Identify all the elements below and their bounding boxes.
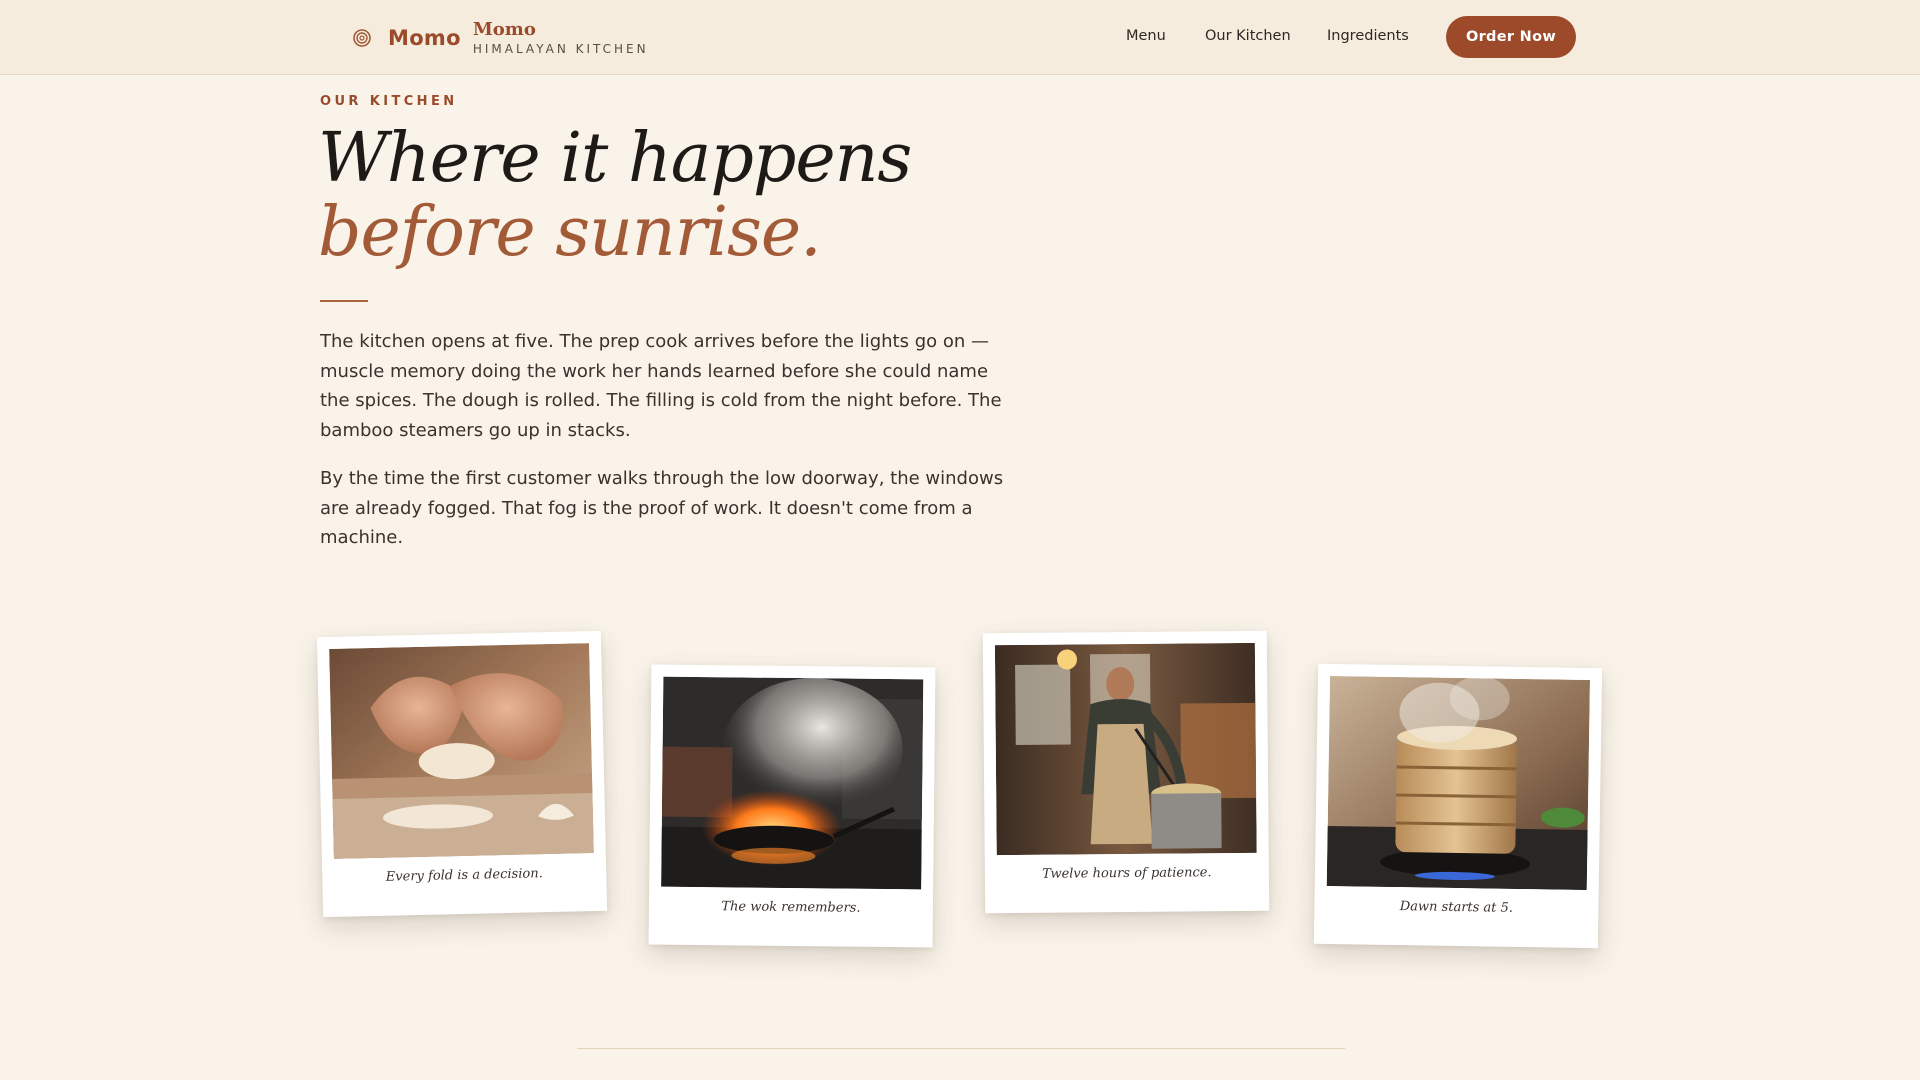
hero-body: The kitchen opens at five. The prep cook… xyxy=(320,327,1010,572)
hero-title-line1: Where it happens xyxy=(318,119,912,198)
hero-title: Where it happens before sunrise. xyxy=(318,119,912,272)
spiral-icon xyxy=(353,29,371,47)
hero-paragraph: By the time the first customer walks thr… xyxy=(320,468,1004,548)
photo-chef-stirring xyxy=(994,642,1257,856)
order-now-button[interactable]: Order Now xyxy=(1446,16,1576,58)
polaroid-card: Twelve hours of patience. xyxy=(982,630,1270,914)
hero-paragraph: The kitchen opens at five. The prep cook… xyxy=(320,331,1002,441)
polaroid-caption: Every fold is a decision. xyxy=(385,866,543,885)
photo-dumpling-folding xyxy=(329,643,594,859)
brand-wordmark: Momo HIMALAYAN KITCHEN xyxy=(472,19,649,56)
photo-wok-flames xyxy=(661,676,924,890)
nav-our-kitchen[interactable]: Our Kitchen xyxy=(1205,28,1291,44)
nav-menu[interactable]: Menu xyxy=(1126,28,1166,44)
brand-title: Momo xyxy=(472,19,536,40)
polaroid-card: The wok remembers. xyxy=(648,664,936,948)
polaroid-caption: Twelve hours of patience. xyxy=(1042,865,1212,882)
polaroid-card: Every fold is a decision. xyxy=(316,630,608,918)
title-divider xyxy=(320,300,368,302)
nav-ingredients[interactable]: Ingredients xyxy=(1327,28,1409,44)
photo-bamboo-steamer xyxy=(1326,675,1590,891)
section-divider xyxy=(577,1048,1345,1049)
polaroid-caption: The wok remembers. xyxy=(721,899,861,916)
site-header: Momo Momo HIMALAYAN KITCHEN Menu Our Kit… xyxy=(0,0,1920,75)
hero-title-line2: before sunrise. xyxy=(318,193,822,272)
brand-subtitle: HIMALAYAN KITCHEN xyxy=(472,42,649,56)
section-eyebrow: OUR KITCHEN xyxy=(320,94,458,109)
polaroid-caption: Dawn starts at 5. xyxy=(1399,899,1514,916)
brand-logo-link[interactable]: Momo Momo HIMALAYAN KITCHEN xyxy=(352,18,649,58)
polaroid-card: Dawn starts at 5. xyxy=(1313,663,1603,949)
brand-name: Momo xyxy=(388,26,461,50)
